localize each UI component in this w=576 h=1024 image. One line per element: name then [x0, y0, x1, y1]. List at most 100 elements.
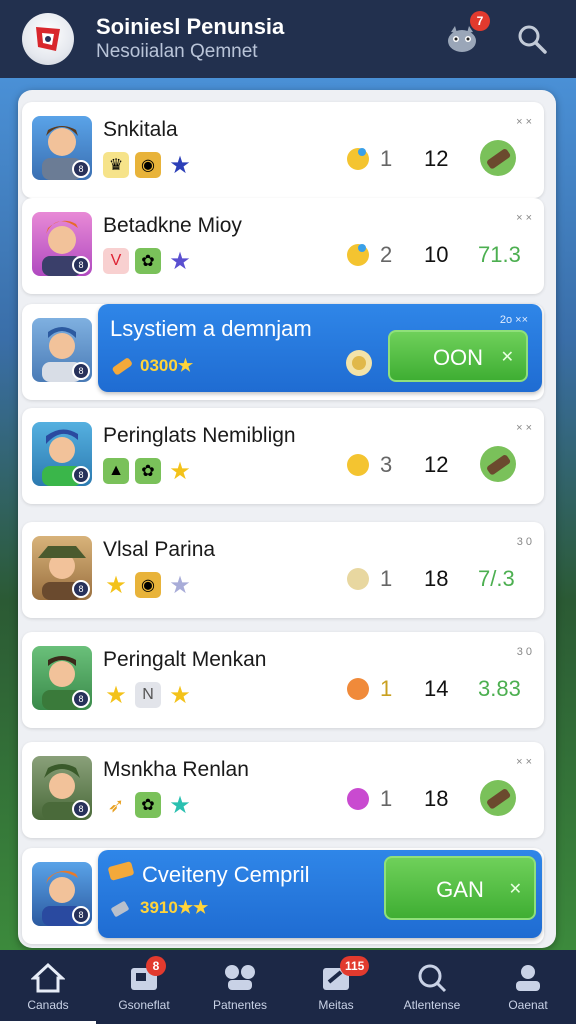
featured-title: Cveiteny Cempril [142, 862, 310, 887]
gold-hand-icon [344, 564, 372, 592]
featured-score: 0300★ [140, 356, 194, 375]
stat-games: 18 [424, 786, 449, 811]
player-name: Msnkha Renlan [103, 758, 249, 781]
row-corner-text: 3 0 [516, 646, 532, 658]
home-icon [31, 962, 65, 993]
close-icon[interactable]: ✕ [509, 858, 522, 922]
player-row[interactable]: 8 Vlsal Parina ★ ◉ ★ 1 18 7/.3 3 0 [22, 522, 544, 618]
app-title: Soiniesl Penunsia [96, 14, 285, 39]
player-avatar: 8 [32, 422, 92, 486]
nav-label: Canads [27, 998, 69, 1012]
player-row[interactable]: 8 Snkitala ♛ ◉ ★ 1 12 × × [22, 102, 544, 198]
close-icon[interactable]: ✕ [501, 332, 514, 384]
boot-icon[interactable] [478, 444, 518, 484]
tree-icon: ▲ [103, 458, 129, 484]
row-corner-text: × × [516, 116, 532, 128]
star-icon: ★ [169, 247, 191, 275]
notifications-button[interactable]: 7 [440, 11, 490, 61]
featured-gain-button[interactable]: GAN ✕ [384, 856, 536, 920]
player-avatar: 8 [32, 862, 92, 926]
profile-icon [516, 965, 540, 991]
shield-icon: ◉ [135, 152, 161, 178]
stat-games: 10 [424, 242, 449, 267]
stat-rank: 1 [380, 146, 393, 171]
star-icon: ★ [169, 571, 191, 599]
stat-rank: 3 [380, 452, 393, 477]
coin-icon [344, 348, 374, 383]
app-subtitle: Nesoiialan Qemnet [96, 41, 258, 62]
player-avatar: 8 [32, 756, 92, 820]
flag-icon: N [135, 682, 161, 708]
featured-score: 3910★★ [140, 898, 209, 917]
player-avatar: 8 [32, 116, 92, 180]
nav-search[interactable]: Atlentense [384, 950, 480, 1024]
player-avatar: 8 [32, 212, 92, 276]
featured-card[interactable]: Lsystiem a demnjam 0300★ OON ✕ 2o ×× [98, 304, 542, 392]
gold-hand-icon [344, 144, 372, 172]
boot-icon[interactable] [478, 778, 518, 818]
featured-card[interactable]: Cveiteny Cempril 3910★★ GAN ✕ [98, 850, 542, 938]
featured-title: Lsystiem a demnjam [110, 316, 312, 341]
stat-rank: 1 [380, 676, 393, 701]
potion-icon [344, 784, 372, 812]
leaf-icon: ✿ [135, 792, 161, 818]
nav-teams[interactable]: Patnentes [192, 950, 288, 1024]
stat-rating: 71.3 [478, 242, 521, 267]
star-icon: ★ [105, 571, 127, 599]
search-button[interactable] [510, 17, 554, 61]
stat-rating: 7/.3 [478, 566, 515, 591]
stat-games: 12 [424, 452, 449, 477]
stat-games: 18 [424, 566, 449, 591]
player-row[interactable]: 8 Betadkne Mioy V ✿ ★ 2 10 71.3 × × [22, 198, 544, 294]
boot-icon[interactable] [478, 138, 518, 178]
player-row[interactable]: 8 Peringalt Menkan ★ N ★ 1 14 3.83 3 0 [22, 632, 544, 728]
stat-rank: 2 [380, 242, 393, 267]
player-avatar: 8 [32, 318, 92, 382]
arrow-icon: ➶ [107, 794, 125, 817]
row-corner-text: × × [516, 422, 532, 434]
stat-games: 14 [424, 676, 449, 701]
crown-icon: ♛ [103, 152, 129, 178]
nav-inbox[interactable]: 8 Gsoneflat [96, 950, 192, 1024]
star-icon: ★ [169, 151, 191, 179]
boost-icon [108, 352, 136, 385]
leaf-icon: ✿ [135, 458, 161, 484]
player-name: Betadkne Mioy [103, 214, 242, 237]
row-corner-text: × × [516, 756, 532, 768]
nav-label: Gsoneflat [118, 998, 170, 1012]
gold-hand-icon [344, 450, 372, 478]
featured-corner-text: 2o ×× [499, 314, 528, 326]
search-icon [418, 964, 447, 993]
nav-home[interactable]: Canads [0, 950, 96, 1024]
app-logo[interactable] [22, 13, 74, 65]
nav-matches[interactable]: 115 Meitas [288, 950, 384, 1024]
app-header: Soiniesl Penunsia Nesoiialan Qemnet 7 [0, 0, 576, 78]
nav-badge: 8 [146, 956, 166, 976]
stat-games: 12 [424, 146, 449, 171]
gold-hand-icon [344, 240, 372, 268]
player-name: Peringalt Menkan [103, 648, 267, 671]
nav-label: Oaenat [508, 998, 548, 1012]
star-icon: ★ [169, 457, 191, 485]
nav-profile[interactable]: Oaenat [480, 950, 576, 1024]
team-icon [225, 965, 255, 990]
shield-icon: ◉ [135, 572, 161, 598]
player-row[interactable]: 8 Msnkha Renlan ➶ ✿ ★ 1 18 × × [22, 742, 544, 838]
row-corner-text: × × [516, 212, 532, 224]
player-row[interactable]: 8 Peringlats Nemiblign ▲ ✿ ★ 3 12 × × [22, 408, 544, 504]
player-name: Vlsal Parina [103, 538, 216, 561]
heart-icon: V [103, 248, 129, 274]
stat-rank: 1 [380, 786, 393, 811]
row-corner-text: 3 0 [516, 536, 532, 548]
fire-icon [344, 674, 372, 702]
player-avatar: 8 [32, 646, 92, 710]
leaf-icon: ✿ [135, 248, 161, 274]
ticket-icon [106, 858, 136, 891]
bottom-navigation: Canads 8 Gsoneflat Patnentes 115 Meitas … [0, 950, 576, 1024]
star-icon: ★ [169, 681, 191, 709]
player-name: Snkitala [103, 118, 178, 141]
featured-join-button[interactable]: OON ✕ [388, 330, 528, 382]
stat-rating: 3.83 [478, 676, 521, 701]
hammer-icon [106, 896, 134, 929]
star-icon: ★ [169, 791, 191, 819]
